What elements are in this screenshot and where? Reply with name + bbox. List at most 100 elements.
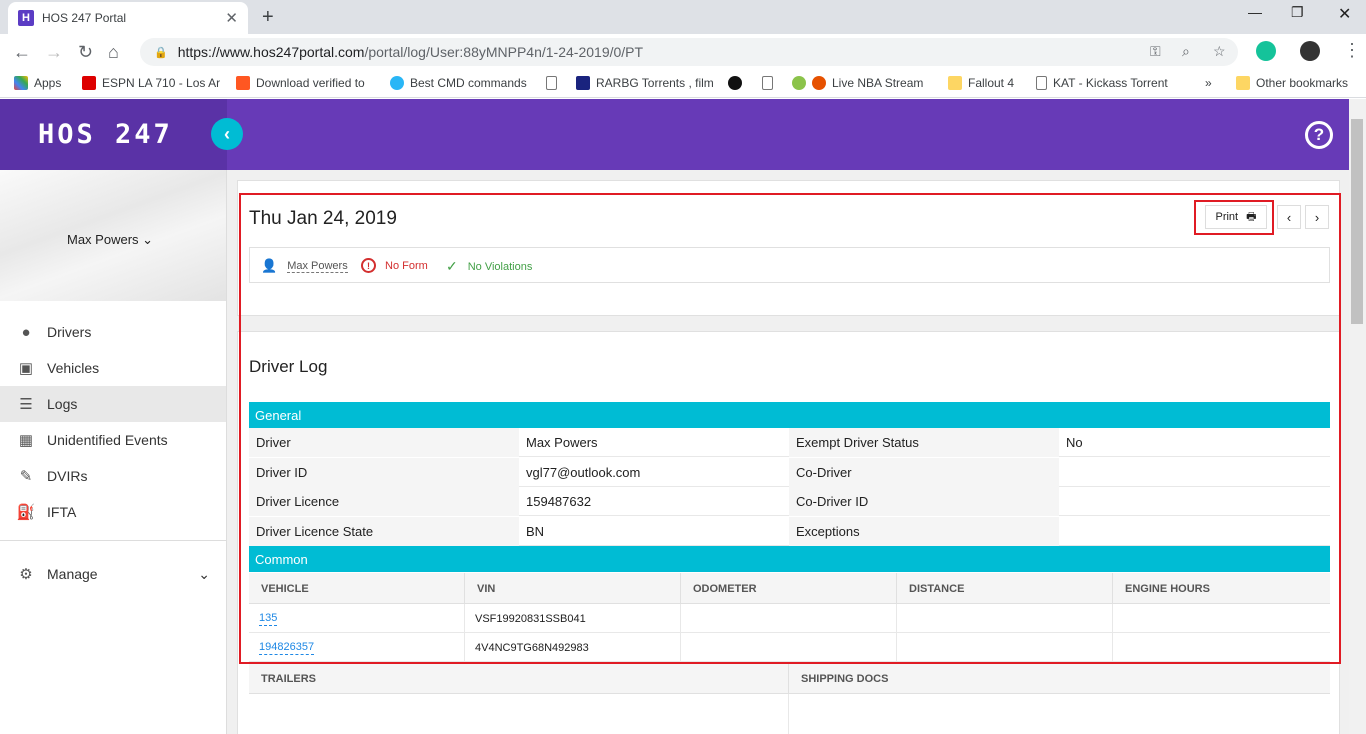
wrench-icon: ✎ [19,468,33,485]
calendar-icon: ▦ [18,432,34,449]
bookmark-rarbg[interactable]: RARBG Torrents , film [576,76,714,90]
collapse-sidebar-button[interactable]: ‹ [211,118,243,150]
field-value: Max Powers [526,435,598,450]
field-label: Driver [249,428,519,457]
profile-avatar[interactable] [1300,41,1320,61]
status-driver-name[interactable]: Max Powers [287,260,348,273]
nav-label: Vehicles [47,360,100,376]
print-label: Print [1215,211,1239,223]
bookmarks-overflow[interactable]: » [1205,76,1212,90]
person-icon: 👤 [261,258,278,273]
general-row: Driver Max Powers Exempt Driver Status No [249,428,1330,457]
bookmark-other[interactable]: Other bookmarks [1236,76,1348,90]
bookmark-apps[interactable]: Apps [14,76,61,90]
bookmark-spotify[interactable] [728,76,748,90]
close-tab-icon[interactable]: ✕ [225,9,238,27]
nav-label: DVIRs [47,468,88,484]
sidebar-divider [0,540,226,541]
field-label: Driver Licence [249,487,519,516]
field-label: Driver ID [249,457,519,487]
alert-icon: ! [361,258,376,273]
sidebar-item-drivers[interactable]: ● Drivers [0,314,226,350]
chevron-down-icon: ⌄ [198,565,210,582]
chevron-left-icon: ‹ [224,123,230,144]
trailers-cell [249,694,789,734]
trailers-table-header: TRAILERS SHIPPING DOCS [249,663,1330,694]
table-cell [897,604,1113,633]
bookmark-kat[interactable]: KAT - Kickass Torrent [1036,76,1168,90]
window-close-icon[interactable]: ✕ [1338,4,1351,24]
bookmark-fallout[interactable]: Fallout 4 [948,76,1014,90]
general-row: Driver Licence 159487632 Co-Driver ID [249,487,1330,516]
table-cell: 4V4NC9TG68N492983 [465,633,681,662]
star-icon[interactable]: ☆ [1213,43,1226,60]
sidebar-item-logs[interactable]: ☰ Logs [0,386,226,422]
bookmark-cmd[interactable]: Best CMD commands [390,76,527,90]
table-cell [897,633,1113,662]
print-button[interactable]: Print 🖶 [1205,205,1267,229]
field-value [1059,487,1330,516]
sidebar-item-manage[interactable]: ⚙ Manage ⌄ [0,556,226,592]
bookmark-label: Other bookmarks [1256,76,1349,90]
table-row: 135 VSF19920831SSB041 [249,604,1330,633]
url-input[interactable]: 🔒 https://www.hos247portal.com/portal/lo… [140,38,1238,66]
address-bar-row: ← → ↻ ⌂ 🔒 https://www.hos247portal.com/p… [0,34,1366,70]
forward-icon[interactable]: → [45,42,63,63]
sidebar: Max Powers ⌄ ● Drivers ▣ Vehicles ☰ Logs ▦ U… [0,170,227,734]
new-tab-icon[interactable]: + [262,6,274,29]
minimize-icon[interactable]: — [1248,4,1262,20]
scrollbar-thumb[interactable] [1351,119,1363,324]
page-scrollbar[interactable] [1349,99,1366,734]
bookmark-label: Best CMD commands [410,76,527,90]
bookmark-label: ESPN LA 710 - Los Ar [102,76,221,90]
field-value [1059,517,1330,546]
column-header: ENGINE HOURS [1125,582,1210,595]
bookmark-nba[interactable]: Live NBA Stream [792,76,923,90]
bookmark-label: RARBG Torrents , film [596,76,714,90]
chevron-left-icon: ‹ [1286,209,1292,225]
column-header: SHIPPING DOCS [801,672,889,685]
column-header: DISTANCE [897,573,1113,604]
back-icon[interactable]: ← [13,42,31,63]
user-menu[interactable]: Max Powers ⌄ [67,232,153,248]
grammarly-extension-icon[interactable] [1256,41,1276,61]
sidebar-item-ifta[interactable]: ⛽ IFTA [0,494,226,530]
reload-icon[interactable]: ↻ [78,42,93,63]
zoom-icon[interactable]: ⌕ [1182,43,1190,60]
folder-icon [1236,76,1250,90]
bookmark-espn[interactable]: ESPN LA 710 - Los Ar [82,76,220,90]
vehicle-link[interactable]: 194826357 [259,641,315,655]
nav-label: Manage [47,566,98,582]
browser-tab[interactable]: H HOS 247 Portal ✕ [8,2,248,34]
vehicle-cell: 135 [249,604,465,633]
hos-favicon-icon: H [18,10,34,26]
bookmark-page-2[interactable] [762,76,779,90]
shipping-docs-cell [789,694,1330,734]
status-violations-label: No Violations [467,260,533,273]
next-day-button[interactable]: › [1305,205,1329,229]
menu-icon[interactable]: ⋮ [1343,40,1361,61]
sidebar-item-vehicles[interactable]: ▣ Vehicles [0,350,226,386]
general-header: General [249,402,1330,428]
restore-icon[interactable]: ❐ [1291,4,1304,21]
status-form: ! No Form [361,258,428,273]
bookmark-download[interactable]: Download verified to [236,76,365,90]
eye-icon [792,76,806,90]
help-button[interactable]: ? [1305,121,1333,149]
bookmark-label: Apps [34,76,62,90]
bookmarks-bar: Apps ESPN LA 710 - Los Ar Download verif… [0,70,1366,98]
nav-label: Drivers [47,324,92,340]
user-name: Max Powers [67,232,139,247]
person-icon: ● [21,323,31,341]
status-driver[interactable]: 👤 Max Powers [261,258,348,274]
column-header: ODOMETER [681,573,897,604]
bookmark-page[interactable] [546,76,563,90]
vehicle-link[interactable]: 135 [259,612,278,626]
previous-day-button[interactable]: ‹ [1277,205,1301,229]
sidebar-item-unidentified-events[interactable]: ▦ Unidentified Events [0,422,226,458]
trailers-row [249,694,1330,734]
app-logo[interactable]: HOS 247 [38,119,173,150]
home-icon[interactable]: ⌂ [108,42,119,63]
key-icon[interactable]: ⚿ [1150,43,1161,60]
sidebar-item-dvirs[interactable]: ✎ DVIRs [0,458,226,494]
